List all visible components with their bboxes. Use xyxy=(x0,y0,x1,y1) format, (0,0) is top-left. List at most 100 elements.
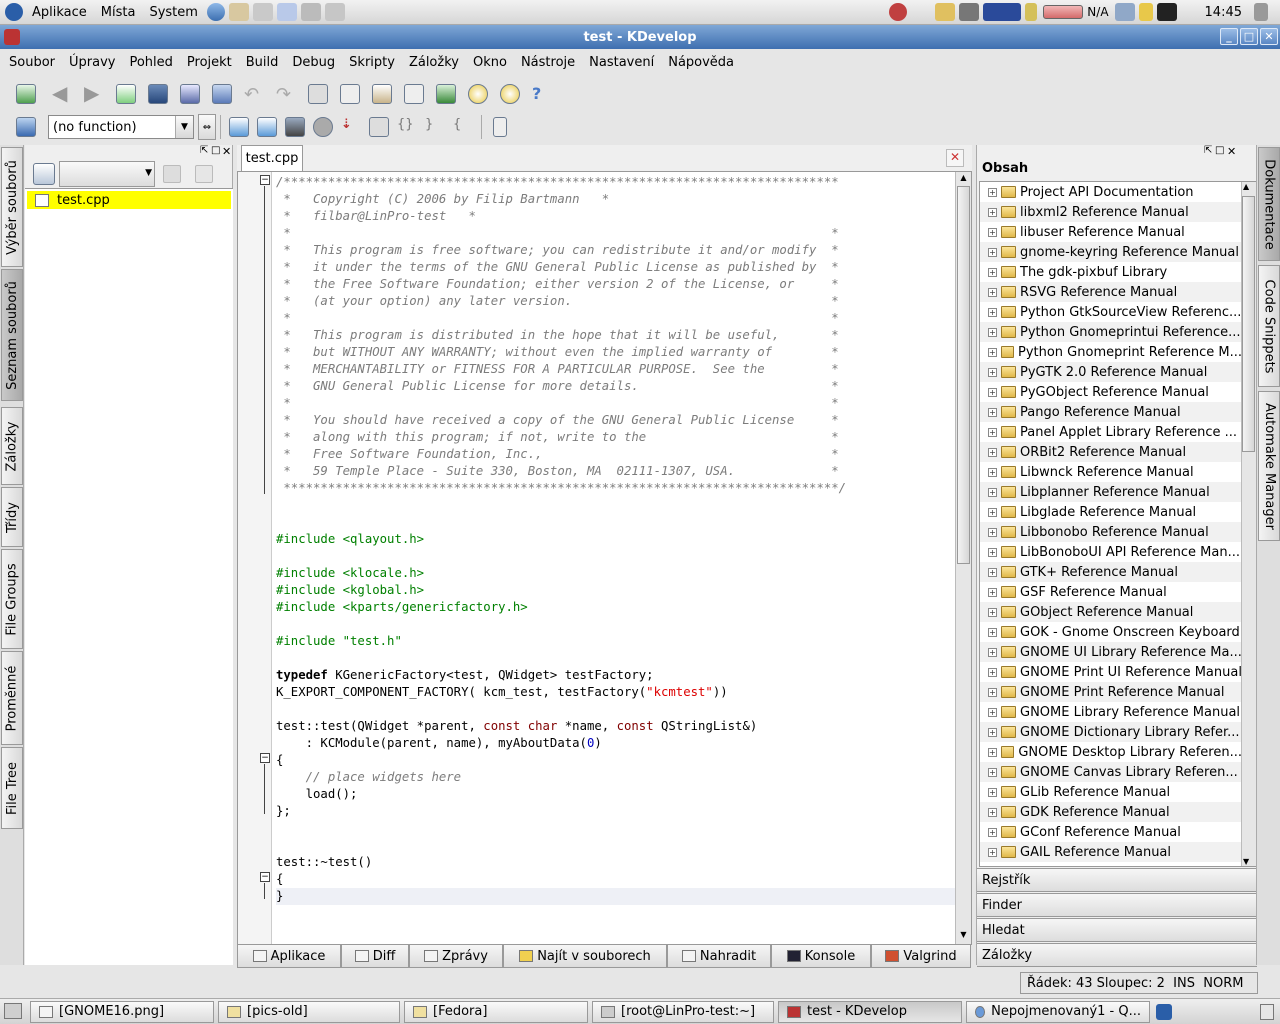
code-line[interactable]: * it under the terms of the GNU General … xyxy=(276,259,956,276)
zoom-out-button[interactable] xyxy=(496,80,524,108)
panel-menu-system[interactable]: System xyxy=(142,5,204,20)
code-line[interactable]: test::test(QWidget *parent, const char *… xyxy=(276,718,956,735)
code-line[interactable] xyxy=(276,497,956,514)
find-button[interactable] xyxy=(400,80,428,108)
settings-launcher-icon[interactable] xyxy=(300,3,321,21)
stop-button[interactable] xyxy=(309,113,337,141)
code-line[interactable]: #include "test.h" xyxy=(276,633,956,650)
code-line[interactable]: #include <qlayout.h> xyxy=(276,531,956,548)
fedora-logo-icon[interactable] xyxy=(5,3,23,21)
panel-close-icon[interactable]: ✕ xyxy=(1227,145,1236,158)
code-line[interactable]: { xyxy=(276,752,956,769)
code-line[interactable]: } xyxy=(276,888,956,905)
doc-tree-item[interactable]: + GNOME Print UI Reference Manual xyxy=(980,662,1242,682)
tab-konsole[interactable]: Konsole xyxy=(771,944,871,968)
menu-napoveda[interactable]: Nápověda xyxy=(661,55,741,70)
doc-tree-item[interactable]: + GSF Reference Manual xyxy=(980,582,1242,602)
doc-tree-item[interactable]: + GDK Reference Manual xyxy=(980,802,1242,822)
expand-icon[interactable]: + xyxy=(988,187,997,197)
expand-icon[interactable]: + xyxy=(988,647,997,657)
tab-classes[interactable]: Třídy xyxy=(1,487,23,547)
impress-launcher-icon[interactable] xyxy=(276,3,297,21)
maximize-button[interactable]: □ xyxy=(1240,28,1258,45)
doc-tree-item[interactable]: + GAIL Reference Manual xyxy=(980,842,1242,862)
doc-tree-item[interactable]: + Libwnck Reference Manual xyxy=(980,462,1242,482)
doc-tree-item[interactable]: + GOK - Gnome Onscreen Keyboard xyxy=(980,622,1242,642)
close-button[interactable]: ✕ xyxy=(1260,28,1278,45)
expand-icon[interactable]: + xyxy=(988,467,997,477)
tab-file-groups[interactable]: File Groups xyxy=(1,549,23,649)
doc-tree-item[interactable]: + Libglade Reference Manual xyxy=(980,502,1242,522)
terminal-tray-icon[interactable] xyxy=(1156,3,1177,21)
panel-float-icon[interactable]: □ xyxy=(1215,145,1224,156)
doc-tree-item[interactable]: + GNOME UI Library Reference Ma... xyxy=(980,642,1242,662)
network-icon[interactable] xyxy=(1114,3,1135,21)
doc-tree-item[interactable]: + PyGTK 2.0 Reference Manual xyxy=(980,362,1242,382)
go-definition-button[interactable] xyxy=(253,113,281,141)
code-line[interactable]: typedef KGenericFactory<test, QWidget> t… xyxy=(276,667,956,684)
doc-tree-item[interactable]: + ORBit2 Reference Manual xyxy=(980,442,1242,462)
panel-float-icon[interactable]: □ xyxy=(211,145,220,156)
expand-icon[interactable]: + xyxy=(988,287,997,297)
expand-icon[interactable]: + xyxy=(988,687,997,697)
mail-launcher-icon[interactable] xyxy=(228,3,249,21)
weather-icon[interactable] xyxy=(935,3,956,21)
expand-icon[interactable]: + xyxy=(988,387,997,397)
back-button[interactable]: ◀ xyxy=(48,80,76,108)
doc-tree-item[interactable]: + Panel Applet Library Reference ... xyxy=(980,422,1242,442)
scrollbar-thumb[interactable] xyxy=(957,186,970,564)
volume-icon[interactable] xyxy=(1254,3,1268,21)
doc-tree-item[interactable]: + GNOME Print Reference Manual xyxy=(980,682,1242,702)
code-line[interactable] xyxy=(276,837,956,854)
open-project-button[interactable] xyxy=(12,80,40,108)
code-line[interactable] xyxy=(276,548,956,565)
redo-button[interactable]: ↷ xyxy=(272,80,300,108)
zoom-in-button[interactable] xyxy=(464,80,492,108)
panel-menu-applications[interactable]: Aplikace xyxy=(25,5,94,20)
tab-najit-v-souborech[interactable]: Najít v souborech xyxy=(503,944,667,968)
code-line[interactable]: /***************************************… xyxy=(276,174,956,191)
doc-tree-item[interactable]: + GNOME Canvas Library Referen... xyxy=(980,762,1242,782)
expand-icon[interactable]: + xyxy=(988,827,997,837)
code-line[interactable]: * * xyxy=(276,310,956,327)
monitor-icon[interactable] xyxy=(959,3,980,21)
doc-tree-item[interactable]: + GTK+ Reference Manual xyxy=(980,562,1242,582)
code-content[interactable]: /***************************************… xyxy=(276,174,956,905)
build-button[interactable] xyxy=(432,80,460,108)
menu-zalozky[interactable]: Záložky xyxy=(402,55,466,70)
menu-nastaveni[interactable]: Nastavení xyxy=(582,55,661,70)
scrollbar-thumb[interactable] xyxy=(1242,196,1255,452)
code-line[interactable] xyxy=(276,514,956,531)
doc-tree-item[interactable]: + RSVG Reference Manual xyxy=(980,282,1242,302)
save-button[interactable] xyxy=(144,80,172,108)
scroll-down-icon[interactable]: ▼ xyxy=(1243,857,1249,866)
panel-close-icon[interactable]: ✕ xyxy=(222,145,231,158)
print-button[interactable] xyxy=(208,80,236,108)
expand-icon[interactable]: + xyxy=(988,627,997,637)
panel-undock-icon[interactable]: ⇱ xyxy=(200,145,208,156)
expand-icon[interactable]: + xyxy=(988,447,997,457)
fold-marker-icon[interactable]: − xyxy=(260,872,270,882)
code-line[interactable]: }; xyxy=(276,803,956,820)
expand-icon[interactable]: + xyxy=(988,607,997,617)
code-line[interactable]: * (at your option) any later version. * xyxy=(276,293,956,310)
expand-icon[interactable]: + xyxy=(988,767,997,777)
expand-icon[interactable]: + xyxy=(988,847,997,857)
code-line[interactable] xyxy=(276,616,956,633)
update-notifier-icon[interactable] xyxy=(889,3,908,21)
expand-icon[interactable]: + xyxy=(988,527,997,537)
code-line[interactable]: * This program is free software; you can… xyxy=(276,242,956,259)
step-into-button[interactable]: {} xyxy=(393,113,421,141)
step-out-button[interactable]: } xyxy=(421,113,449,141)
doc-tree-item[interactable]: + Libbonobo Reference Manual xyxy=(980,522,1242,542)
panel-menu-places[interactable]: Místa xyxy=(94,5,143,20)
doc-tree-item[interactable]: + The gdk-pixbuf Library xyxy=(980,262,1242,282)
fold-marker-icon[interactable]: − xyxy=(260,175,270,185)
copy-button[interactable] xyxy=(336,80,364,108)
code-line[interactable]: * GNU General Public License for more de… xyxy=(276,378,956,395)
expand-icon[interactable]: + xyxy=(988,347,997,357)
doc-tree-item[interactable]: + Libplanner Reference Manual xyxy=(980,482,1242,502)
code-line[interactable]: * the Free Software Foundation; either v… xyxy=(276,276,956,293)
code-editor[interactable]: − − − /*********************************… xyxy=(237,171,972,945)
expand-icon[interactable]: + xyxy=(988,407,997,417)
